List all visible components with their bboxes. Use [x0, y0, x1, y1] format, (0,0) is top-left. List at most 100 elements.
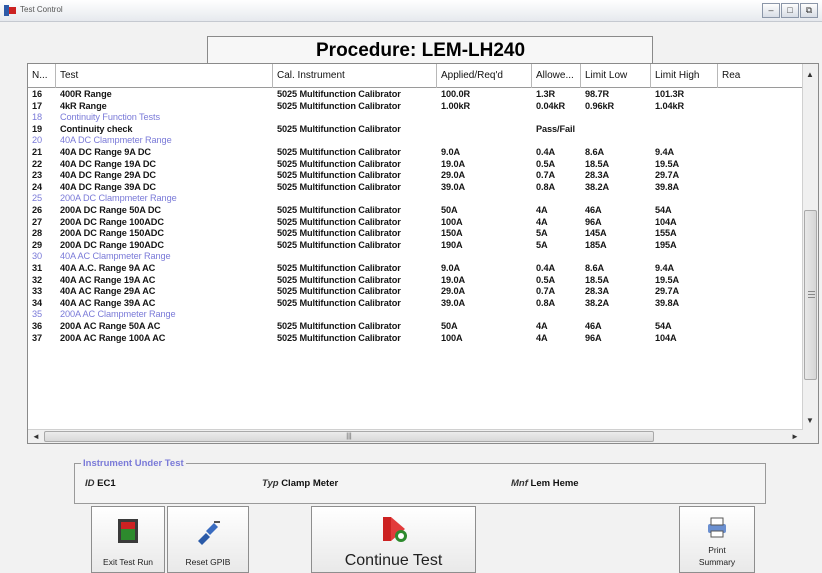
cell-number: 32	[32, 274, 43, 285]
cell-limit-low: 46A	[585, 321, 602, 331]
cell-cal-instrument: 5025 Multifunction Calibrator	[277, 158, 401, 169]
scroll-up-icon[interactable]: ▲	[803, 70, 817, 79]
cell-number: 17	[32, 100, 43, 111]
table-row[interactable]: 26 200A DC Range 50A DC 5025 Multifunction…	[28, 205, 803, 217]
cell-limit-high	[651, 251, 718, 263]
column-header-limit-high[interactable]: Limit High	[651, 64, 718, 88]
cell-limit-low: 38.2A	[585, 181, 610, 192]
group-row[interactable]: 20 40A DC Clampmeter Range	[28, 135, 803, 147]
table-row[interactable]: 23 40A DC Range 29A DC 5025 Multifunction …	[28, 170, 803, 182]
table-row[interactable]: 32 40A AC Range 19A AC 5025 Multifunction …	[28, 275, 803, 287]
exit-test-run-label: Exit Test Run	[103, 557, 153, 567]
horizontal-scrollbar[interactable]: ◄ ||| ►	[28, 429, 803, 443]
cell-limit-high: 19.5A	[655, 158, 680, 169]
cell-cal-instrument: 5025 Multifunction Calibrator	[277, 228, 401, 239]
test-control-window: Test Control – □ ⧉ Procedure: LEM-LH240 …	[0, 0, 822, 573]
column-header-applied[interactable]: Applied/Req'd	[437, 64, 532, 88]
cell-cal-instrument	[273, 251, 437, 263]
cell-applied: 150A	[441, 228, 463, 239]
cell-allowed: 4A	[536, 216, 548, 227]
cell-cal-instrument: 5025 Multifunction Calibrator	[277, 100, 401, 111]
scroll-left-icon[interactable]: ◄	[29, 432, 43, 441]
column-header-reading[interactable]: Rea	[718, 64, 803, 88]
cell-limit-high: 155A	[655, 228, 677, 239]
table-row[interactable]: 34 40A AC Range 39A AC 5025 Multifunction …	[28, 298, 803, 310]
vertical-scrollbar[interactable]: ▲ ▼	[802, 64, 818, 443]
cell-test: Continuity check	[60, 123, 133, 134]
cell-limit-low	[581, 251, 651, 263]
cell-allowed	[532, 251, 581, 263]
cell-number: 26	[32, 205, 43, 215]
cell-limit-high	[651, 193, 718, 205]
reset-gpib-button[interactable]: Reset GPIB	[167, 506, 249, 573]
cell-test: 400R Range	[60, 89, 112, 99]
column-header-number[interactable]: N...	[28, 64, 56, 88]
cell-allowed: 0.7A	[536, 286, 556, 297]
horizontal-scroll-thumb[interactable]: |||	[44, 431, 654, 442]
cell-test: 200A DC Range 50A DC	[60, 205, 161, 215]
group-row[interactable]: 30 40A AC Clampmeter Range	[28, 251, 803, 263]
cell-cal-instrument: 5025 Multifunction Calibrator	[277, 216, 401, 227]
cell-allowed: 5A	[536, 239, 548, 250]
table-row[interactable]: 37 200A AC Range 100A AC 5025 Multifunctio…	[28, 333, 803, 345]
cell-cal-instrument: 5025 Multifunction Calibrator	[277, 332, 401, 343]
scroll-grip-icon: |||	[346, 433, 352, 440]
group-row[interactable]: 18 Continuity Function Tests	[28, 112, 803, 124]
test-grid[interactable]: N... Test Cal. Instrument Applied/Req'd …	[27, 63, 819, 444]
table-row[interactable]: 21 40A DC Range 9A DC 5025 Multifunction C…	[28, 147, 803, 159]
table-row[interactable]: 28 200A DC Range 150ADC 5025 Multifunction…	[28, 228, 803, 240]
app-icon	[4, 5, 16, 16]
cell-limit-low: 28.3A	[585, 170, 610, 181]
vertical-scroll-thumb[interactable]	[804, 210, 817, 380]
cell-allowed	[532, 193, 581, 205]
table-row[interactable]: 22 40A DC Range 19A DC 5025 Multifunction …	[28, 159, 803, 171]
continue-test-button[interactable]: Continue Test	[311, 506, 476, 573]
cell-limit-high: 101.3R	[655, 89, 685, 99]
group-row[interactable]: 35 200A AC Clampmeter Range	[28, 309, 803, 321]
cell-allowed: 0.04kR	[536, 100, 566, 111]
cell-number: 23	[32, 170, 43, 181]
table-row[interactable]: 17 4kR Range 5025 Multifunction Calibrator…	[28, 101, 803, 113]
cell-number: 21	[32, 147, 43, 157]
exit-test-run-button[interactable]: Exit Test Run	[91, 506, 165, 573]
minimize-button[interactable]: –	[762, 3, 780, 18]
table-row[interactable]: 36 200A AC Range 50A AC 5025 Multifunction…	[28, 321, 803, 333]
instrument-under-test-panel: Instrument Under Test ID EC1 Typ Clamp M…	[74, 458, 766, 504]
cell-test: 40A DC Range 39A DC	[60, 181, 156, 192]
cell-number: 24	[32, 181, 43, 192]
group-row[interactable]: 25 200A DC Clampmeter Range	[28, 193, 803, 205]
table-row[interactable]: 31 40A A.C. Range 9A AC 5025 Multifunction…	[28, 263, 803, 275]
reset-gpib-label: Reset GPIB	[185, 557, 231, 567]
scroll-right-icon[interactable]: ►	[788, 432, 802, 441]
column-header-allowed[interactable]: Allowe...	[532, 64, 581, 88]
cell-applied	[437, 112, 532, 124]
cell-test: 40A A.C. Range 9A AC	[60, 263, 156, 273]
cell-limit-low: 18.5A	[585, 158, 610, 169]
print-summary-button[interactable]: Print Summary	[679, 506, 755, 573]
table-row[interactable]: 33 40A AC Range 29A AC 5025 Multifunction …	[28, 286, 803, 298]
iut-manufacturer: Mnf Lem Heme	[511, 478, 579, 489]
cell-limit-low: 38.2A	[585, 297, 610, 308]
continue-arrow-icon	[382, 517, 407, 542]
cell-limit-high	[651, 135, 718, 147]
exit-door-icon	[118, 519, 138, 543]
scroll-down-icon[interactable]: ▼	[803, 416, 817, 425]
cell-limit-high: 19.5A	[655, 274, 680, 285]
table-row[interactable]: 29 200A DC Range 190ADC 5025 Multifunction…	[28, 240, 803, 252]
table-row[interactable]: 19 Continuity check 5025 Multifunction Cal…	[28, 124, 803, 136]
table-row[interactable]: 27 200A DC Range 100ADC 5025 Multifunction…	[28, 217, 803, 229]
cell-applied: 190A	[441, 239, 463, 250]
cell-number: 18	[32, 112, 43, 123]
cell-number: 30	[32, 251, 43, 262]
cell-number: 36	[32, 321, 43, 331]
cell-limit-high: 29.7A	[655, 286, 680, 297]
maximize-button[interactable]: □	[781, 3, 799, 18]
table-row[interactable]: 24 40A DC Range 39A DC 5025 Multifunction …	[28, 182, 803, 194]
restore-button[interactable]: ⧉	[800, 3, 818, 18]
column-header-limit-low[interactable]: Limit Low	[581, 64, 651, 88]
cell-applied: 100A	[441, 332, 463, 343]
table-row[interactable]: 16 400R Range 5025 Multifunction Calibrato…	[28, 89, 803, 101]
instrument-under-test-legend: Instrument Under Test	[81, 458, 186, 469]
column-header-cal-instrument[interactable]: Cal. Instrument	[273, 64, 437, 88]
column-header-test[interactable]: Test	[56, 64, 273, 88]
